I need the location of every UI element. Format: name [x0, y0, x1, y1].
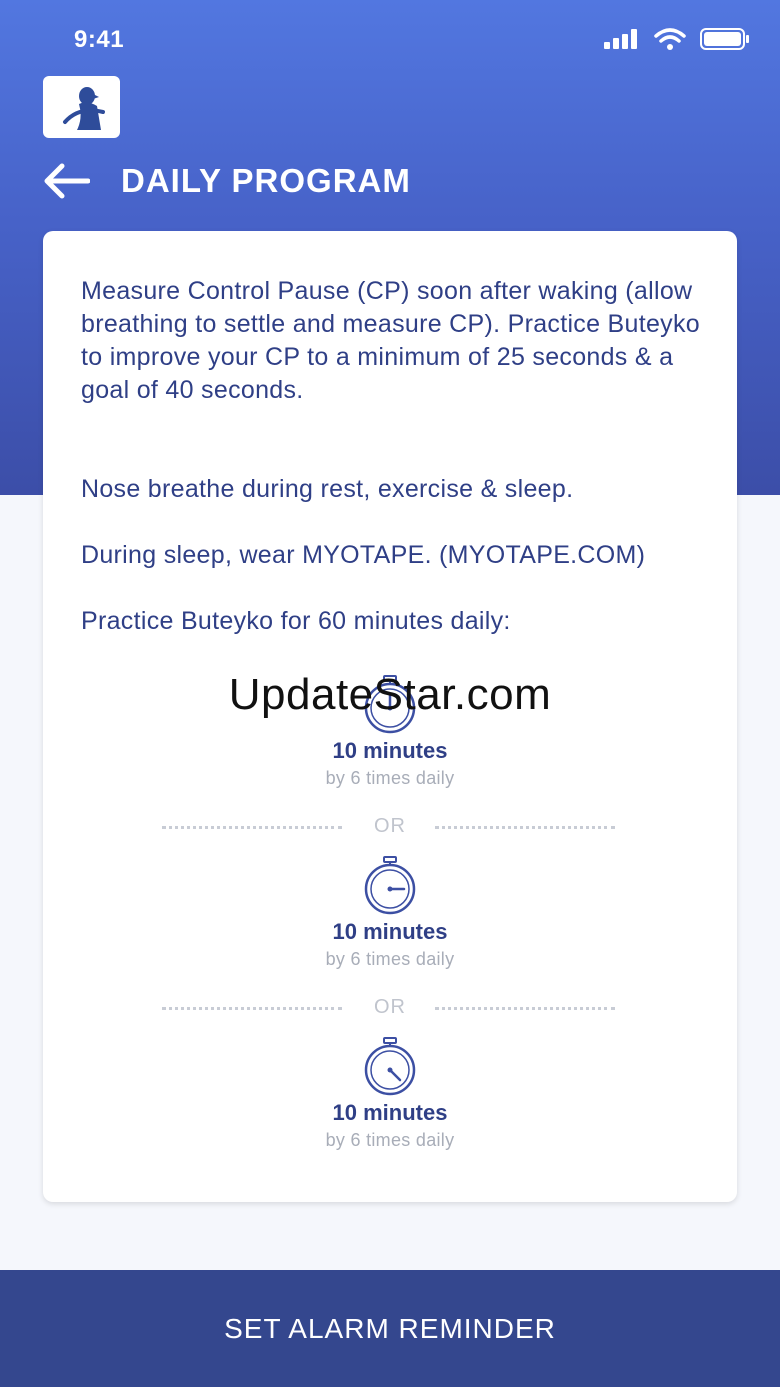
back-arrow-icon[interactable]	[42, 162, 90, 200]
timer-duration: 10 minutes	[332, 919, 448, 944]
cp-instructions: Measure Control Pause (CP) soon after wa…	[81, 277, 700, 404]
separator-dots	[435, 826, 615, 829]
timer-option-2: 10 minutes by 6 times daily	[43, 855, 737, 970]
battery-icon	[700, 28, 749, 50]
separator-dots	[435, 1007, 615, 1010]
status-time: 9:41	[74, 26, 125, 53]
or-label: OR	[374, 815, 406, 837]
timer-frequency: by 6 times daily	[325, 1130, 455, 1150]
status-icons	[604, 28, 750, 50]
myotape-text: During sleep, wear MYOTAPE. (MYOTAPE.COM…	[81, 541, 646, 569]
timer-duration: 10 minutes	[332, 738, 448, 763]
wifi-icon	[654, 28, 686, 50]
timer-frequency: by 6 times daily	[325, 768, 455, 788]
timer-frequency: by 6 times daily	[325, 949, 455, 969]
nose-breathe-text: Nose breathe during rest, exercise & sle…	[81, 475, 574, 503]
page-title: DAILY PROGRAM	[121, 162, 411, 199]
stopwatch-icon	[364, 1037, 416, 1096]
app-logo	[43, 76, 120, 138]
timer-option-3: 10 minutes by 6 times daily	[43, 1036, 737, 1151]
practice-text: Practice Buteyko for 60 minutes daily:	[81, 607, 511, 635]
or-separator: OR	[43, 815, 737, 839]
set-alarm-reminder-button[interactable]: SET ALARM REMINDER	[0, 1270, 780, 1387]
stopwatch-icon	[364, 856, 416, 915]
or-label: OR	[374, 996, 406, 1018]
or-separator: OR	[43, 996, 737, 1020]
status-bar: 9:41	[0, 0, 780, 84]
signal-icon	[604, 29, 637, 49]
timer-duration: 10 minutes	[332, 1100, 448, 1125]
watermark: UpdateStar.com	[228, 670, 552, 719]
